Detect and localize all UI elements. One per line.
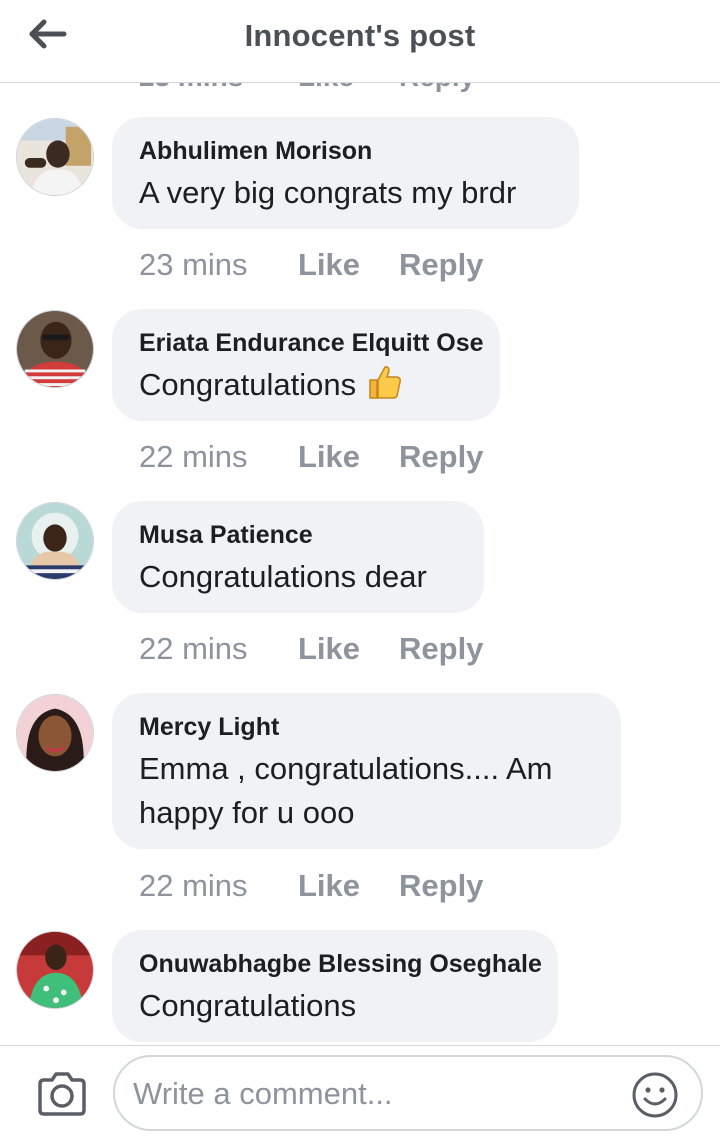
like-button[interactable]: Like — [298, 629, 360, 669]
like-button[interactable]: Like — [298, 437, 360, 477]
comment-text: Congratulations — [139, 988, 357, 1023]
avatar-photo-icon — [17, 932, 93, 1008]
avatar-photo-icon — [17, 695, 93, 771]
comment-author[interactable]: Onuwabhagbe Blessing Oseghale — [139, 948, 542, 980]
avatar[interactable] — [16, 502, 94, 580]
comment-time: 22 mins — [139, 631, 248, 666]
comment-text-row: Congratulations — [139, 363, 474, 413]
comment-text: A very big congrats my brdr — [139, 175, 517, 210]
comment-bubble[interactable]: Eriata Endurance Elquitt Ose Congratulat… — [112, 309, 500, 421]
reply-button[interactable]: Reply — [399, 629, 483, 669]
emoji-button[interactable] — [631, 1071, 679, 1119]
comment-text: Emma , congratulations.... Am happy for … — [139, 751, 553, 830]
comment-bubble[interactable]: Musa Patience Congratulations dear — [112, 501, 484, 613]
reply-button[interactable]: Reply — [399, 245, 483, 285]
comment-author[interactable]: Abhulimen Morison — [139, 135, 553, 167]
comment-input-box[interactable] — [113, 1055, 703, 1131]
avatar-photo-icon — [17, 503, 93, 579]
comment-author[interactable]: Musa Patience — [139, 519, 458, 551]
reply-button[interactable]: Reply — [399, 437, 483, 477]
comment-author[interactable]: Eriata Endurance Elquitt Ose — [139, 327, 484, 359]
thumbs-up-icon — [364, 363, 402, 413]
comment-time: 22 mins — [139, 439, 248, 474]
avatar-photo-icon — [17, 119, 93, 195]
smiley-icon — [632, 1072, 678, 1118]
avatar[interactable] — [16, 694, 94, 772]
comment-time: 22 mins — [139, 868, 248, 903]
comment-text: Congratulations dear — [139, 559, 427, 594]
avatar[interactable] — [16, 310, 94, 388]
reply-button[interactable]: Reply — [399, 866, 483, 906]
comment-time: 23 mins — [139, 247, 248, 282]
page-title: Innocent's post — [244, 18, 476, 53]
comment-bubble[interactable]: Onuwabhagbe Blessing Oseghale Congratula… — [112, 930, 558, 1042]
top-bar: Innocent's post — [0, 0, 720, 83]
comment-author[interactable]: Mercy Light — [139, 711, 595, 743]
comment-input[interactable] — [131, 1071, 625, 1117]
camera-icon — [38, 1072, 86, 1116]
like-button[interactable]: Like — [298, 245, 360, 285]
comment-bubble[interactable]: Abhulimen Morison A very big congrats my… — [112, 117, 579, 229]
comment-composer — [0, 1045, 720, 1136]
avatar-photo-icon — [17, 311, 93, 387]
camera-button[interactable] — [36, 1070, 88, 1118]
like-button[interactable]: Like — [298, 866, 360, 906]
comment-bubble[interactable]: Mercy Light Emma , congratulations.... A… — [112, 693, 621, 849]
avatar[interactable] — [16, 931, 94, 1009]
comment-text: Congratulations — [139, 367, 357, 402]
avatar[interactable] — [16, 118, 94, 196]
